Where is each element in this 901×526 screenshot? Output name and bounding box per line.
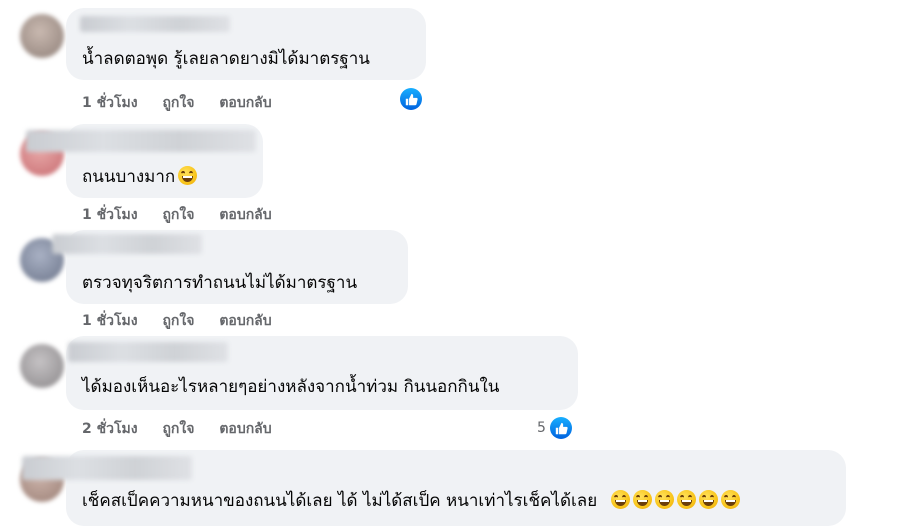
comment-timestamp[interactable]: 2 ชั่วโมง [82,421,138,437]
reply-link[interactable]: ตอบกลับ [219,421,271,437]
reply-link[interactable]: ตอบกลับ [219,207,271,223]
grinning-face-emoji-icon [676,490,696,509]
reaction-count[interactable]: 5 [537,419,546,437]
comment-text: เช็คสเป็คความหนาของถนนได้เลย ได้ ไม่ได้ส… [82,490,740,512]
like-link[interactable]: ถูกใจ [162,421,194,437]
comment-text: ถนนบางมาก [82,166,198,188]
commenter-name[interactable] [80,16,230,32]
grinning-face-emoji-icon [178,166,198,185]
grinning-face-emoji-icon [654,490,674,509]
like-link[interactable]: ถูกใจ [162,313,194,329]
grinning-face-emoji-icon [632,490,652,509]
reply-link[interactable]: ตอบกลับ [219,313,271,329]
comment-actions: 1 ชั่วโมง ถูกใจ ตอบกลับ [82,312,292,330]
commenter-name[interactable] [52,234,202,254]
commenter-name[interactable] [68,342,228,362]
comment-bubble: ตรวจทุจริตการทำถนนไม่ได้มาตรฐาน [52,230,408,304]
comment-bubble: น้ำลดตอพุด รู้เลยลาดยางมิได้มาตรฐาน [66,8,426,80]
grinning-face-emoji-icon [720,490,740,509]
comment-text: ตรวจทุจริตการทำถนนไม่ได้มาตรฐาน [82,273,358,293]
commenter-name[interactable] [26,130,256,152]
comment-bubble: เช็คสเป็คความหนาของถนนได้เลย ได้ ไม่ได้ส… [22,450,846,526]
comment-text-value: ถนนบางมาก [82,167,176,187]
comment-timestamp[interactable]: 1 ชั่วโมง [82,95,138,111]
comment-text-value: เช็คสเป็คความหนาของถนนได้เลย ได้ ไม่ได้ส… [82,491,598,511]
grinning-face-emoji-icon [698,490,718,509]
comment-thread: น้ำลดตอพุด รู้เลยลาดยางมิได้มาตรฐาน 1 ชั… [0,0,901,526]
comment-actions: 1 ชั่วโมง ถูกใจ ตอบกลับ [82,206,292,224]
comment-text: ได้มองเห็นอะไรหลายๆอย่างหลังจากน้ำท่วม ก… [82,377,500,397]
comment-text: น้ำลดตอพุด รู้เลยลาดยางมิได้มาตรฐาน [82,49,370,69]
comment-timestamp[interactable]: 1 ชั่วโมง [82,313,138,329]
like-link[interactable]: ถูกใจ [162,207,194,223]
reply-link[interactable]: ตอบกลับ [219,95,271,111]
like-reaction-icon[interactable] [400,88,422,110]
like-link[interactable]: ถูกใจ [162,95,194,111]
like-reaction-icon[interactable] [550,417,572,439]
grinning-face-emoji-icon [610,490,630,509]
commenter-name[interactable] [22,456,192,480]
commenter-avatar[interactable] [20,14,64,58]
comment-actions: 1 ชั่วโมง ถูกใจ ตอบกลับ [82,94,292,112]
comment-bubble: ได้มองเห็นอะไรหลายๆอย่างหลังจากน้ำท่วม ก… [66,336,578,410]
commenter-avatar[interactable] [20,344,64,388]
comment-timestamp[interactable]: 1 ชั่วโมง [82,207,138,223]
comment-actions: 2 ชั่วโมง ถูกใจ ตอบกลับ [82,420,292,438]
comment-bubble: ถนนบางมาก [26,124,263,198]
